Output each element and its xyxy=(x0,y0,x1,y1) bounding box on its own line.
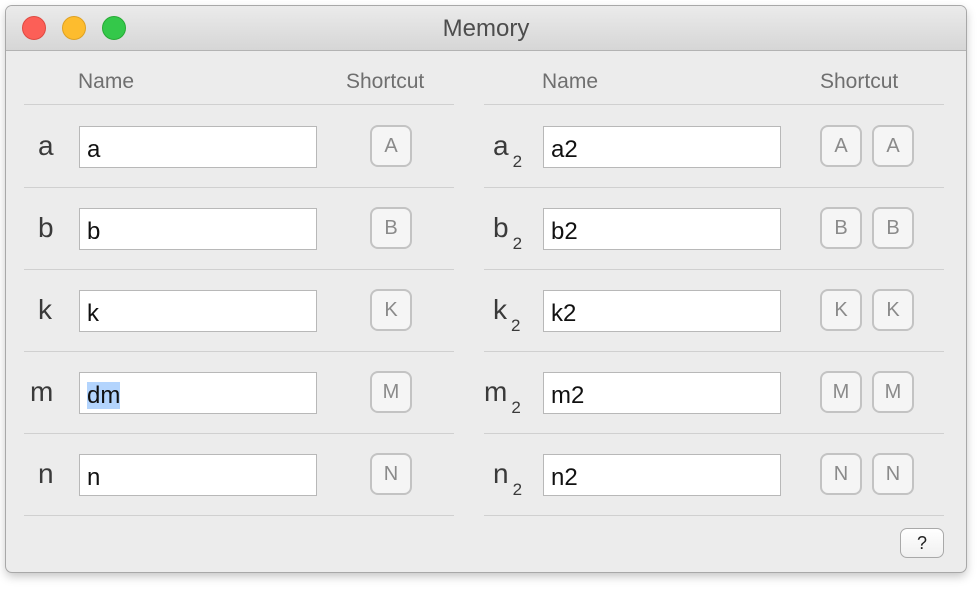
left-header-divider xyxy=(24,104,454,105)
help-button[interactable]: ? xyxy=(900,528,944,558)
register-name-text: a2 xyxy=(551,136,578,163)
shortcut-key-button[interactable]: B xyxy=(370,207,412,249)
register-letter: n xyxy=(493,458,509,489)
register-name-field[interactable]: b2 xyxy=(543,208,781,250)
row-divider xyxy=(484,515,944,516)
register-subscript: 2 xyxy=(511,398,521,417)
register-name-text: a xyxy=(87,136,101,163)
right-name-header: Name xyxy=(542,70,599,93)
left-shortcut-header: Shortcut xyxy=(346,70,425,93)
shortcut-key-button[interactable]: N xyxy=(872,453,914,495)
register-subscript: 2 xyxy=(512,234,523,253)
register-letter: k xyxy=(493,294,507,325)
register-name-field[interactable]: a2 xyxy=(543,126,781,168)
register-name-text: k xyxy=(87,300,99,327)
shortcut-key-button[interactable]: B xyxy=(820,207,862,249)
shortcut-key-button[interactable]: A xyxy=(820,125,862,167)
register-letter: a xyxy=(493,130,509,161)
row-divider xyxy=(24,433,454,434)
shortcut-key-button[interactable]: M xyxy=(872,371,914,413)
register-label: b2 xyxy=(493,212,522,253)
register-label: n2 xyxy=(493,458,522,499)
shortcut-key-button[interactable]: A xyxy=(370,125,412,167)
register-label: a xyxy=(38,130,54,161)
register-label: m xyxy=(30,376,54,407)
register-name-field[interactable]: k xyxy=(79,290,317,332)
register-name-field[interactable]: b xyxy=(79,208,317,250)
register-name-field[interactable]: k2 xyxy=(543,290,781,332)
title-bar[interactable]: Memory xyxy=(6,6,966,51)
row-divider xyxy=(24,187,454,188)
row-divider xyxy=(24,351,454,352)
shortcut-key-button[interactable]: N xyxy=(370,453,412,495)
register-name-text: dm xyxy=(87,382,121,409)
register-label: a2 xyxy=(493,130,522,171)
shortcut-key-button[interactable]: K xyxy=(872,289,914,331)
register-label: b xyxy=(38,212,54,243)
shortcut-key-button[interactable]: B xyxy=(872,207,914,249)
row-divider xyxy=(484,269,944,270)
left-name-header: Name xyxy=(78,70,135,93)
register-subscript: 2 xyxy=(512,152,523,171)
register-label: k xyxy=(38,294,52,325)
register-letter: m xyxy=(484,376,508,407)
memory-window: Memory Name Shortcut Name Shortcut aaAbb… xyxy=(6,6,966,572)
shortcut-key-button[interactable]: M xyxy=(820,371,862,413)
register-label: m2 xyxy=(484,376,521,417)
register-name-field[interactable]: dm xyxy=(79,372,317,414)
shortcut-key-button[interactable]: M xyxy=(370,371,412,413)
shortcut-key-button[interactable]: A xyxy=(872,125,914,167)
row-divider xyxy=(24,269,454,270)
register-name-field[interactable]: m2 xyxy=(543,372,781,414)
register-subscript: 2 xyxy=(512,480,523,499)
window-title: Memory xyxy=(442,15,530,42)
right-header-divider xyxy=(484,104,944,105)
register-name-text: b xyxy=(87,218,101,245)
register-label: k2 xyxy=(493,294,520,335)
register-name-field[interactable]: n xyxy=(79,454,317,496)
register-name-text: k2 xyxy=(551,300,577,327)
register-name-field[interactable]: a xyxy=(79,126,317,168)
row-divider xyxy=(484,351,944,352)
register-label: n xyxy=(38,458,54,489)
shortcut-key-button[interactable]: N xyxy=(820,453,862,495)
row-divider xyxy=(484,433,944,434)
register-subscript: 2 xyxy=(511,316,521,335)
shortcut-key-button[interactable]: K xyxy=(820,289,862,331)
register-name-text: m2 xyxy=(551,382,585,409)
right-shortcut-header: Shortcut xyxy=(820,70,899,93)
row-divider xyxy=(24,515,454,516)
register-letter: b xyxy=(493,212,509,243)
register-name-text: n xyxy=(87,464,101,491)
row-divider xyxy=(484,187,944,188)
register-name-field[interactable]: n2 xyxy=(543,454,781,496)
register-name-text: n2 xyxy=(551,464,578,491)
shortcut-key-button[interactable]: K xyxy=(370,289,412,331)
register-name-text: b2 xyxy=(551,218,578,245)
